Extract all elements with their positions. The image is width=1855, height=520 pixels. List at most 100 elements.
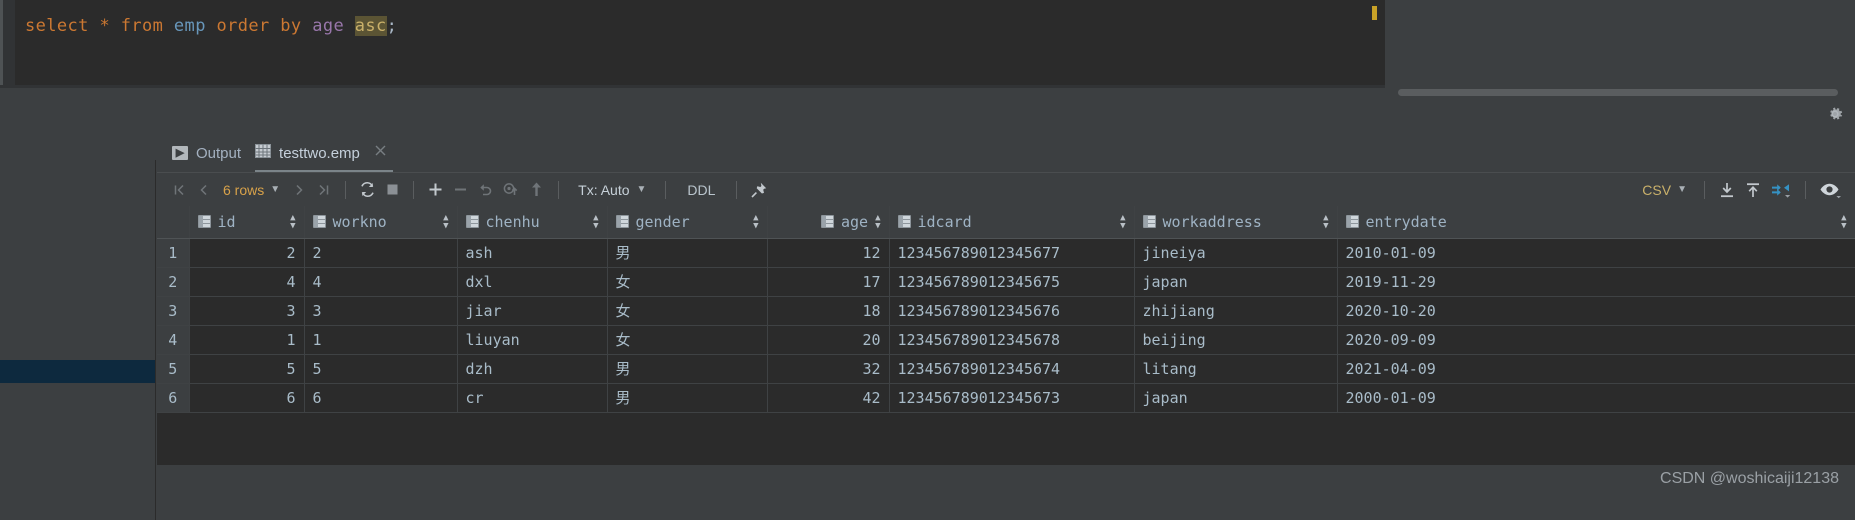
cell-chenhu[interactable]: jiar xyxy=(457,296,608,326)
tab-output[interactable]: ▶ Output xyxy=(168,143,251,166)
sort-icon[interactable]: ▲ ▼ xyxy=(1120,213,1125,230)
table-row[interactable]: 3 3 3 jiar 女 18 123456789012345676 zhijiang 2020… xyxy=(157,296,1855,326)
cell-gender[interactable]: 男 xyxy=(607,238,768,268)
cell-gender[interactable]: 女 xyxy=(607,296,768,326)
cell-id[interactable]: 4 xyxy=(189,267,305,297)
sort-icon[interactable]: ▲ ▼ xyxy=(290,213,295,230)
refresh-button[interactable] xyxy=(355,178,380,202)
prev-page-button[interactable] xyxy=(191,178,215,202)
column-header-chenhu[interactable]: chenhu ▲ ▼ xyxy=(457,206,608,239)
cell-workaddress[interactable]: jineiya xyxy=(1134,238,1338,268)
cell-entrydate[interactable]: 2020-09-09 xyxy=(1337,325,1855,355)
panel-divider xyxy=(155,160,156,520)
cell-workno[interactable]: 4 xyxy=(304,267,458,297)
sort-icon[interactable]: ▲ ▼ xyxy=(1841,213,1846,230)
cell-age[interactable]: 17 xyxy=(767,267,890,297)
horizontal-scrollbar[interactable] xyxy=(1398,89,1838,96)
cell-age[interactable]: 32 xyxy=(767,354,890,384)
cell-id[interactable]: 3 xyxy=(189,296,305,326)
cell-entrydate[interactable]: 2000-01-09 xyxy=(1337,383,1855,413)
column-header-gender[interactable]: gender ▲ ▼ xyxy=(607,206,768,239)
cell-gender[interactable]: 女 xyxy=(607,267,768,297)
first-page-button[interactable] xyxy=(167,178,191,202)
cell-age[interactable]: 42 xyxy=(767,383,890,413)
export-data-button[interactable] xyxy=(1714,178,1740,202)
cell-gender[interactable]: 男 xyxy=(607,354,768,384)
table-row[interactable]: 5 5 5 dzh 男 32 123456789012345674 litang 2021-04… xyxy=(157,354,1855,384)
cell-workno[interactable]: 1 xyxy=(304,325,458,355)
submit-button[interactable] xyxy=(524,178,549,202)
cell-workaddress[interactable]: japan xyxy=(1134,383,1338,413)
cell-entrydate[interactable]: 2020-10-20 xyxy=(1337,296,1855,326)
add-row-button[interactable] xyxy=(423,178,448,202)
view-options-button[interactable] xyxy=(1815,178,1847,202)
cell-entrydate[interactable]: 2019-11-29 xyxy=(1337,267,1855,297)
cell-entrydate[interactable]: 2021-04-09 xyxy=(1337,354,1855,384)
cell-age[interactable]: 20 xyxy=(767,325,890,355)
cell-gender[interactable]: 男 xyxy=(607,383,768,413)
next-page-button[interactable] xyxy=(288,178,312,202)
column-header-id[interactable]: id ▲ ▼ xyxy=(189,206,305,239)
ddl-button[interactable]: DDL xyxy=(675,182,727,198)
cell-workaddress[interactable]: beijing xyxy=(1134,325,1338,355)
cell-chenhu[interactable]: dxl xyxy=(457,267,608,297)
column-header-idcard[interactable]: idcard ▲ ▼ xyxy=(889,206,1135,239)
sort-icon[interactable]: ▲ ▼ xyxy=(753,213,758,230)
cell-age[interactable]: 12 xyxy=(767,238,890,268)
table-row[interactable]: 4 1 1 liuyan 女 20 123456789012345678 beijing 202… xyxy=(157,325,1855,355)
cell-chenhu[interactable]: liuyan xyxy=(457,325,608,355)
column-header-age[interactable]: age ▲ ▼ xyxy=(767,206,890,239)
stop-button[interactable] xyxy=(380,178,404,202)
transaction-mode-dropdown[interactable]: Tx: Auto ▼ xyxy=(568,182,656,198)
gear-icon[interactable] xyxy=(1825,104,1845,124)
cell-idcard[interactable]: 123456789012345676 xyxy=(889,296,1135,326)
cell-id[interactable]: 5 xyxy=(189,354,305,384)
cell-workaddress[interactable]: japan xyxy=(1134,267,1338,297)
close-icon[interactable] xyxy=(374,144,387,162)
sql-statement[interactable]: select * from emp order by age asc; xyxy=(25,16,397,36)
table-row[interactable]: 1 2 2 ash 男 12 123456789012345677 jineiya 2010-0… xyxy=(157,238,1855,268)
cell-workaddress[interactable]: zhijiang xyxy=(1134,296,1338,326)
cell-age[interactable]: 18 xyxy=(767,296,890,326)
delete-row-button[interactable] xyxy=(448,178,473,202)
cell-idcard[interactable]: 123456789012345677 xyxy=(889,238,1135,268)
column-header-workaddress[interactable]: workaddress ▲ ▼ xyxy=(1134,206,1338,239)
cell-workaddress[interactable]: litang xyxy=(1134,354,1338,384)
last-page-button[interactable] xyxy=(312,178,336,202)
cell-id[interactable]: 6 xyxy=(189,383,305,413)
cell-idcard[interactable]: 123456789012345674 xyxy=(889,354,1135,384)
revert-changes-button[interactable] xyxy=(473,178,498,202)
tab-testtwo-emp[interactable]: testtwo.emp xyxy=(251,142,397,173)
cell-chenhu[interactable]: cr xyxy=(457,383,608,413)
revert-selected-button[interactable] xyxy=(498,178,524,202)
sort-icon[interactable]: ▲ ▼ xyxy=(593,213,598,230)
column-header-workno[interactable]: workno ▲ ▼ xyxy=(304,206,458,239)
pin-tab-button[interactable] xyxy=(746,178,772,202)
chevron-down-icon: ▼ xyxy=(1677,184,1687,195)
sort-icon[interactable]: ▲ ▼ xyxy=(875,213,880,230)
column-header-entrydate[interactable]: entrydate ▲ ▼ xyxy=(1337,206,1855,239)
cell-idcard[interactable]: 123456789012345675 xyxy=(889,267,1135,297)
cell-workno[interactable]: 3 xyxy=(304,296,458,326)
output-format-dropdown[interactable]: CSV ▼ xyxy=(1634,182,1695,198)
cell-gender[interactable]: 女 xyxy=(607,325,768,355)
result-grid[interactable]: id ▲ ▼ workno ▲ ▼ chenhu ▲ ▼ gender ▲ ▼ … xyxy=(157,206,1855,465)
rows-count-dropdown[interactable]: 6 rows ▼ xyxy=(215,182,288,198)
cell-chenhu[interactable]: ash xyxy=(457,238,608,268)
cell-workno[interactable]: 5 xyxy=(304,354,458,384)
cell-workno[interactable]: 6 xyxy=(304,383,458,413)
cell-idcard[interactable]: 123456789012345673 xyxy=(889,383,1135,413)
cell-id[interactable]: 1 xyxy=(189,325,305,355)
cell-entrydate[interactable]: 2010-01-09 xyxy=(1337,238,1855,268)
table-row[interactable]: 6 6 6 cr 男 42 123456789012345673 japan 2000-01-0… xyxy=(157,383,1855,413)
data-extractor-button[interactable] xyxy=(1766,178,1796,202)
cell-workno[interactable]: 2 xyxy=(304,238,458,268)
sort-icon[interactable]: ▲ ▼ xyxy=(1323,213,1328,230)
sort-icon[interactable]: ▲ ▼ xyxy=(443,213,448,230)
import-data-button[interactable] xyxy=(1740,178,1766,202)
cell-idcard[interactable]: 123456789012345678 xyxy=(889,325,1135,355)
cell-chenhu[interactable]: dzh xyxy=(457,354,608,384)
cell-id[interactable]: 2 xyxy=(189,238,305,268)
sql-editor[interactable]: select * from emp order by age asc; xyxy=(0,0,1385,85)
table-row[interactable]: 2 4 4 dxl 女 17 123456789012345675 japan 2019-11-… xyxy=(157,267,1855,297)
